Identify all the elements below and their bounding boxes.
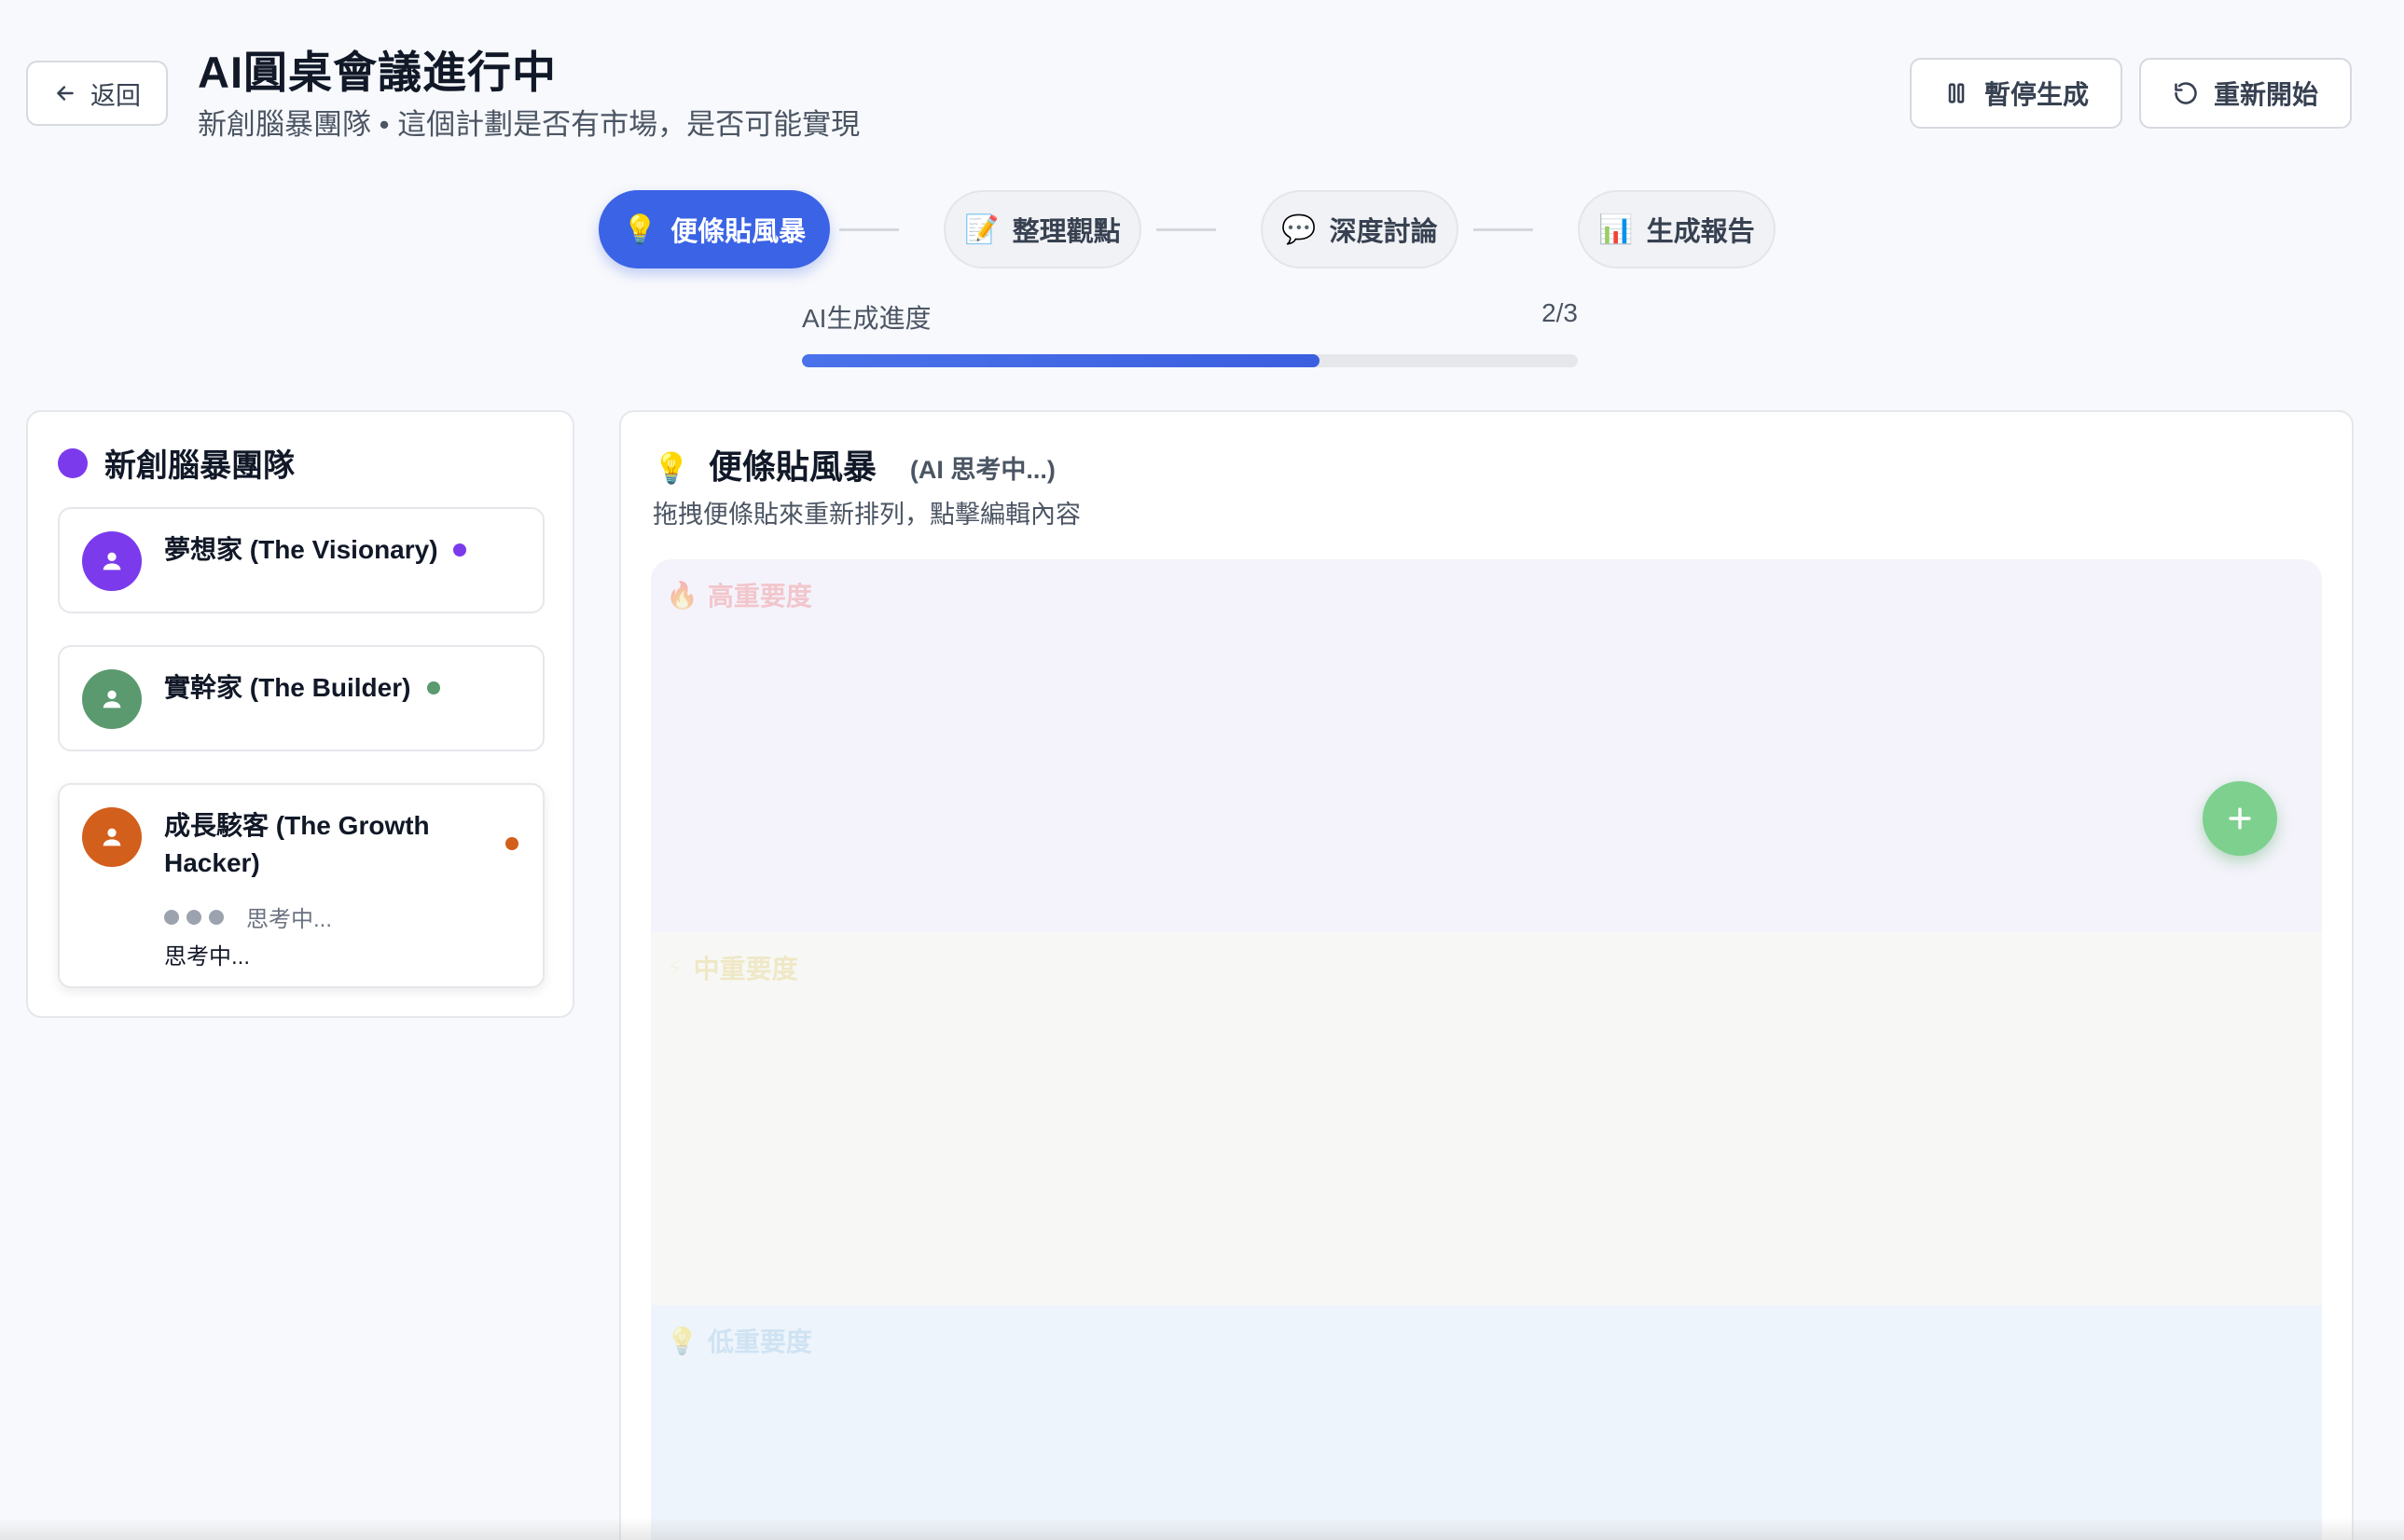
zone-medium-importance[interactable]: ⚡ 中重要度 <box>651 932 2322 1305</box>
status-dot <box>427 681 440 694</box>
page-subtitle: 新創腦暴團隊 • 這個計劃是否有市場，是否可能實現 <box>198 108 861 141</box>
progress-count: 2/3 <box>1541 298 1578 327</box>
bottom-shadow <box>0 1518 2404 1540</box>
page-title: AI圓桌會議進行中 <box>198 48 557 97</box>
step-label: 深度討論 <box>1329 217 1438 247</box>
board-title: 便條貼風暴 <box>708 447 877 486</box>
zone-label: 高重要度 <box>707 582 812 611</box>
arrow-left-icon <box>57 86 74 101</box>
lightbulb-icon: 💡 <box>622 213 658 245</box>
back-button[interactable]: 返回 <box>26 61 168 126</box>
zone-label: 低重要度 <box>707 1327 812 1356</box>
progress-fill <box>802 354 1319 367</box>
member-card-growth-hacker[interactable]: 成長駭客 (The Growth Hacker) 思考中... 思考中... <box>58 783 545 988</box>
step-generate-report[interactable]: 📊 生成報告 <box>1578 190 1775 268</box>
typing-indicator: 思考中... <box>164 901 332 933</box>
team-panel: 新創腦暴團隊 夢想家 (The Visionary) 實幹家 (The Buil… <box>26 410 574 1018</box>
step-label: 便條貼風暴 <box>670 217 807 247</box>
memo-icon: 📝 <box>964 213 1000 245</box>
fire-icon: 🔥 <box>666 580 698 610</box>
typing-dot <box>187 909 201 925</box>
board-status: (AI 思考中...) <box>909 456 1056 484</box>
member-message: 思考中... <box>164 944 251 969</box>
pause-icon <box>1948 83 1965 103</box>
avatar <box>82 531 142 591</box>
member-card-builder[interactable]: 實幹家 (The Builder) <box>58 645 545 751</box>
team-name: 新創腦暴團隊 <box>104 448 295 484</box>
typing-label: 思考中... <box>246 907 333 932</box>
member-name: 實幹家 (The Builder) <box>164 673 411 702</box>
user-icon <box>103 690 121 708</box>
zone-label: 中重要度 <box>693 955 798 983</box>
header: 返回 AI圓桌會議進行中 新創腦暴團隊 • 這個計劃是否有市場，是否可能實現 暫… <box>26 47 2352 149</box>
status-dot <box>453 543 466 557</box>
back-button-label: 返回 <box>90 81 141 110</box>
user-icon <box>103 828 121 846</box>
team-color-dot <box>58 447 88 478</box>
add-note-button[interactable] <box>2203 781 2277 856</box>
step-label: 整理觀點 <box>1012 217 1121 247</box>
pause-button-label: 暫停生成 <box>1983 80 2089 109</box>
step-connector <box>1473 228 1533 231</box>
member-name: 成長駭客 (The Growth Hacker) <box>164 811 430 877</box>
zone-low-importance[interactable]: 💡 低重要度 <box>651 1305 2322 1540</box>
lightbulb-icon: 💡 <box>666 1326 698 1355</box>
step-connector <box>1156 228 1216 231</box>
ai-progress: AI生成進度 2/3 <box>802 298 1578 367</box>
user-icon <box>103 552 121 571</box>
member-card-visionary[interactable]: 夢想家 (The Visionary) <box>58 507 545 613</box>
member-name: 夢想家 (The Visionary) <box>164 535 438 564</box>
step-sticky-note-storm[interactable]: 💡 便條貼風暴 <box>599 190 830 268</box>
top-actions: 暫停生成 重新開始 <box>1909 58 2352 129</box>
lightning-icon: ⚡ <box>666 953 684 983</box>
step-connector <box>839 228 899 231</box>
avatar <box>82 669 142 729</box>
stepper: 💡 便條貼風暴 📝 整理觀點 💬 深度討論 📊 生成報告 <box>599 190 1775 268</box>
board-hint: 拖拽便條貼來重新排列，點擊編輯內容 <box>653 501 1081 529</box>
bar-chart-icon: 📊 <box>1598 213 1634 245</box>
status-dot <box>505 837 518 850</box>
avatar <box>82 807 142 867</box>
restart-icon <box>2175 82 2197 104</box>
speech-bubble-icon: 💬 <box>1281 213 1317 245</box>
lightbulb-icon: 💡 <box>653 451 690 485</box>
step-label: 生成報告 <box>1646 217 1755 247</box>
plus-icon <box>2229 807 2251 830</box>
sticky-board-panel: 💡 便條貼風暴 (AI 思考中...) 拖拽便條貼來重新排列，點擊編輯內容 🔥 … <box>619 410 2354 1540</box>
restart-button[interactable]: 重新開始 <box>2138 58 2352 129</box>
typing-dot <box>164 909 179 925</box>
zone-high-importance[interactable]: 🔥 高重要度 <box>651 559 2322 932</box>
typing-dot <box>209 909 224 925</box>
restart-button-label: 重新開始 <box>2213 80 2318 109</box>
progress-track <box>802 354 1578 367</box>
title-block: AI圓桌會議進行中 新創腦暴團隊 • 這個計劃是否有市場，是否可能實現 <box>198 47 860 144</box>
pause-button[interactable]: 暫停生成 <box>1909 58 2122 129</box>
progress-label: AI生成進度 <box>802 304 932 333</box>
step-deep-discussion[interactable]: 💬 深度討論 <box>1261 190 1458 268</box>
step-organize-views[interactable]: 📝 整理觀點 <box>944 190 1141 268</box>
